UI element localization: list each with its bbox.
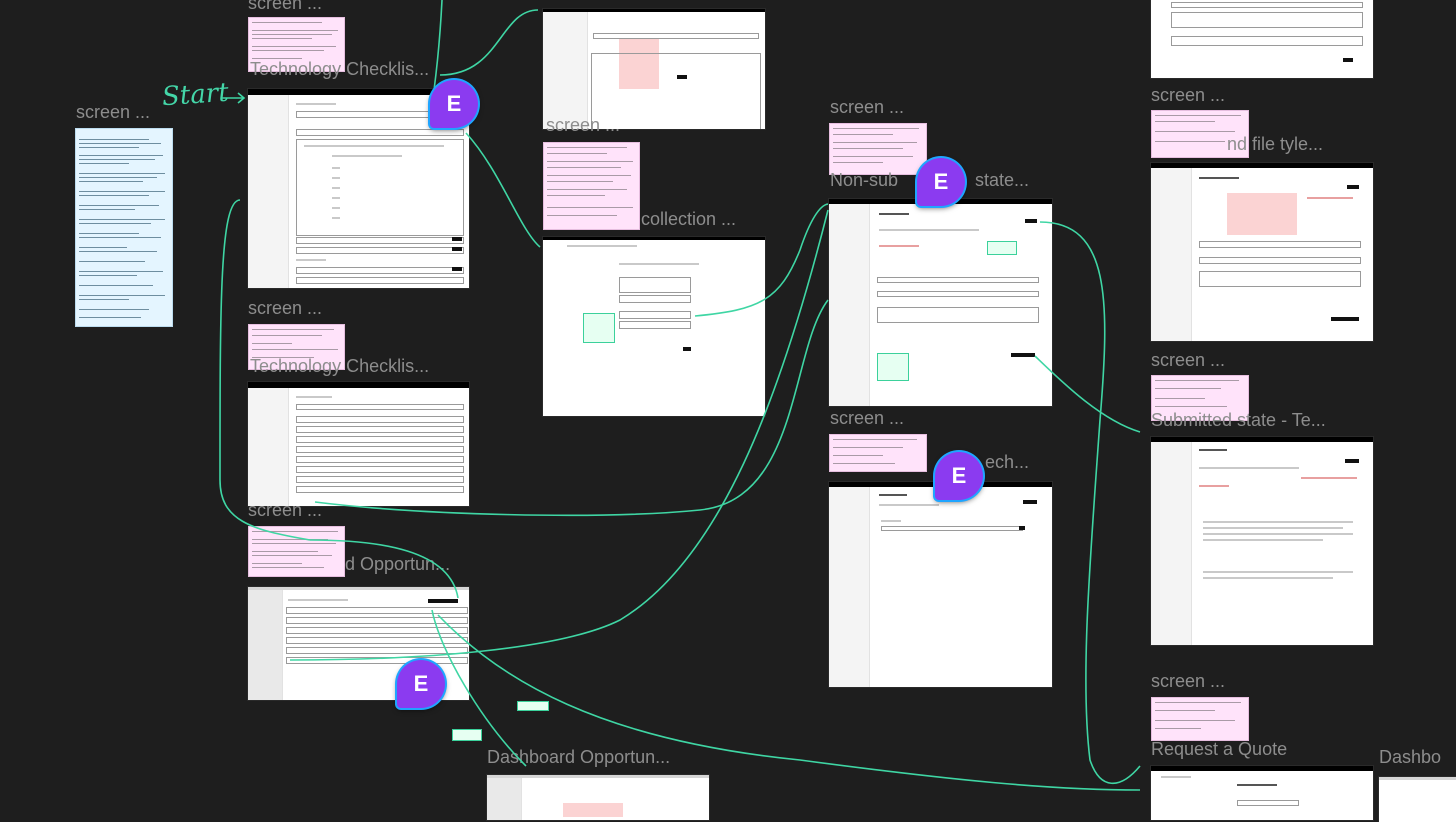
flow-connectors — [219, 0, 1141, 791]
collaborator-avatar[interactable]: E — [397, 660, 445, 708]
collaborator-avatar[interactable]: E — [917, 158, 965, 206]
start-annotation: Start — [161, 77, 230, 113]
collaborator-avatar[interactable]: E — [935, 452, 983, 500]
collaborator-avatar[interactable]: E — [430, 80, 478, 128]
